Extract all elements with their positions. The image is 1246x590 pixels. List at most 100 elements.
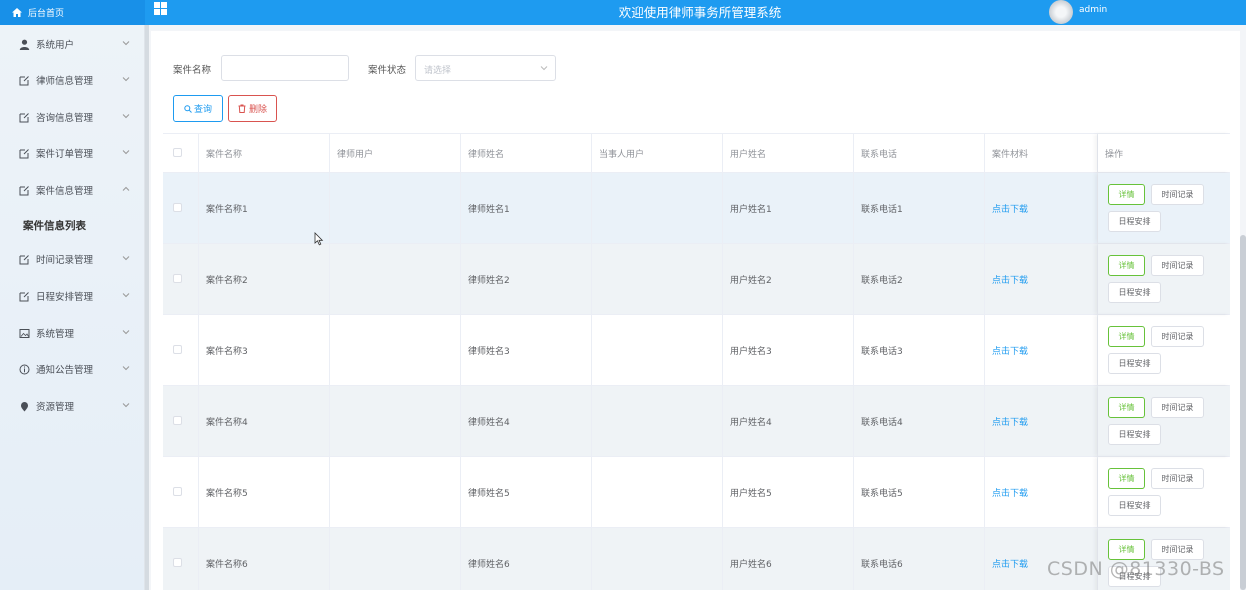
- table-cell: 律师姓名2: [461, 244, 592, 314]
- sidebar-item-time-records[interactable]: 时间记录管理: [0, 244, 145, 274]
- chevron-down-icon: [540, 66, 548, 71]
- row-checkbox[interactable]: [173, 487, 182, 496]
- row-checkbox[interactable]: [173, 345, 182, 354]
- col-header[interactable]: 案件材料: [985, 134, 1098, 172]
- table-cell: 联系电话6: [854, 528, 985, 590]
- table-cell: 案件名称6: [199, 528, 330, 590]
- row-actions: 详情 时间记录日程安排: [1098, 173, 1230, 243]
- table-row[interactable]: 案件名称5 律师姓名5 用户姓名5 联系电话5 点击下载 详情 时间记录 日程安排: [163, 457, 1230, 528]
- sidebar-item-system-manage[interactable]: 系统管理: [0, 318, 145, 348]
- select-all-checkbox[interactable]: [173, 148, 182, 157]
- row-actions: 详情 时间记录日程安排: [1098, 244, 1230, 314]
- edit-icon: [19, 291, 29, 301]
- col-header[interactable]: 律师用户: [330, 134, 461, 172]
- sidebar-item-lawyer-info[interactable]: 律师信息管理: [0, 65, 145, 95]
- table-row[interactable]: 案件名称4 律师姓名4 用户姓名4 联系电话4 点击下载 详情 时间记录 日程安排: [163, 386, 1230, 457]
- sidebar-subitem-case-list[interactable]: 案件信息列表: [0, 210, 145, 240]
- schedule-button[interactable]: 日程安排: [1108, 495, 1161, 516]
- table-cell: 用户姓名5: [723, 457, 854, 527]
- download-link[interactable]: 点击下载: [985, 457, 1098, 527]
- table-row[interactable]: 案件名称2 律师姓名2 用户姓名2 联系电话2 点击下载 详情 时间记录 日程安排: [163, 244, 1230, 315]
- row-checkbox[interactable]: [173, 274, 182, 283]
- chevron-down-icon: [122, 41, 130, 46]
- download-link[interactable]: 点击下载: [985, 173, 1098, 243]
- page-scrollbar[interactable]: [1240, 235, 1246, 590]
- row-checkbox[interactable]: [173, 203, 182, 212]
- case-name-input[interactable]: [221, 55, 349, 81]
- time-record-button[interactable]: 时间记录: [1151, 468, 1204, 489]
- schedule-button[interactable]: 日程安排: [1108, 424, 1161, 445]
- row-select-cell: [163, 528, 199, 590]
- table-cell: [330, 386, 461, 456]
- detail-button[interactable]: 详情: [1108, 255, 1145, 276]
- watermark: CSDN @81330-BS: [1047, 558, 1225, 580]
- table-cell: [330, 244, 461, 314]
- detail-button[interactable]: 详情: [1108, 184, 1145, 205]
- col-header: 操作: [1098, 134, 1230, 172]
- case-status-label: 案件状态: [368, 65, 407, 76]
- trash-icon: [238, 104, 246, 113]
- select-all-cell: [163, 134, 199, 172]
- user-name[interactable]: admin: [1079, 5, 1107, 15]
- case-status-placeholder: 请选择: [424, 66, 452, 76]
- row-checkbox[interactable]: [173, 558, 182, 567]
- sidebar-item-notices[interactable]: 通知公告管理: [0, 354, 145, 384]
- row-select-cell: [163, 315, 199, 385]
- detail-button[interactable]: 详情: [1108, 326, 1145, 347]
- detail-button[interactable]: 详情: [1108, 468, 1145, 489]
- table-cell: 律师姓名5: [461, 457, 592, 527]
- schedule-button[interactable]: 日程安排: [1108, 282, 1161, 303]
- table-row[interactable]: 案件名称3 律师姓名3 用户姓名3 联系电话3 点击下载 详情 时间记录 日程安排: [163, 315, 1230, 386]
- table-cell: [330, 173, 461, 243]
- chevron-down-icon: [122, 114, 130, 119]
- row-actions: 详情 时间记录日程安排: [1098, 457, 1230, 527]
- row-select-cell: [163, 457, 199, 527]
- col-header[interactable]: 用户姓名: [723, 134, 854, 172]
- row-checkbox[interactable]: [173, 416, 182, 425]
- table-cell: [330, 457, 461, 527]
- time-record-button[interactable]: 时间记录: [1151, 326, 1204, 347]
- sidebar-item-case-info[interactable]: 案件信息管理: [0, 175, 145, 205]
- table-cell: 用户姓名1: [723, 173, 854, 243]
- time-record-button[interactable]: 时间记录: [1151, 184, 1204, 205]
- detail-button[interactable]: 详情: [1108, 539, 1145, 560]
- table-cell: 用户姓名4: [723, 386, 854, 456]
- table-cell: 联系电话2: [854, 244, 985, 314]
- table-cell: 联系电话1: [854, 173, 985, 243]
- table-cell: [592, 244, 723, 314]
- search-button[interactable]: 查询: [173, 95, 223, 122]
- download-link[interactable]: 点击下载: [985, 244, 1098, 314]
- schedule-button[interactable]: 日程安排: [1108, 211, 1161, 232]
- sidebar-item-consult-info[interactable]: 咨询信息管理: [0, 102, 145, 132]
- sidebar-item-case-orders[interactable]: 案件订单管理: [0, 138, 145, 168]
- table-cell: [592, 528, 723, 590]
- schedule-button[interactable]: 日程安排: [1108, 353, 1161, 374]
- chevron-down-icon: [122, 256, 130, 261]
- table-cell: 用户姓名3: [723, 315, 854, 385]
- row-select-cell: [163, 244, 199, 314]
- avatar[interactable]: [1049, 0, 1073, 24]
- time-record-button[interactable]: 时间记录: [1151, 397, 1204, 418]
- download-link[interactable]: 点击下载: [985, 386, 1098, 456]
- col-header[interactable]: 当事人用户: [592, 134, 723, 172]
- edit-icon: [19, 148, 29, 158]
- sidebar-item-resources[interactable]: 资源管理: [0, 391, 145, 421]
- col-header[interactable]: 联系电话: [854, 134, 985, 172]
- sidebar-item-schedule[interactable]: 日程安排管理: [0, 281, 145, 311]
- row-select-cell: [163, 173, 199, 243]
- table-cell: 律师姓名4: [461, 386, 592, 456]
- detail-button[interactable]: 详情: [1108, 397, 1145, 418]
- table-cell: 用户姓名2: [723, 244, 854, 314]
- edit-icon: [19, 112, 29, 122]
- time-record-button[interactable]: 时间记录: [1151, 255, 1204, 276]
- col-header[interactable]: 律师姓名: [461, 134, 592, 172]
- col-header[interactable]: 案件名称: [199, 134, 330, 172]
- download-link[interactable]: 点击下载: [985, 315, 1098, 385]
- edit-icon: [19, 185, 29, 195]
- chevron-down-icon: [122, 293, 130, 298]
- delete-button[interactable]: 删除: [228, 95, 277, 122]
- case-name-label: 案件名称: [173, 65, 212, 76]
- time-record-button[interactable]: 时间记录: [1151, 539, 1204, 560]
- sidebar-item-system-users[interactable]: 系统用户: [0, 29, 145, 59]
- table-cell: [592, 315, 723, 385]
